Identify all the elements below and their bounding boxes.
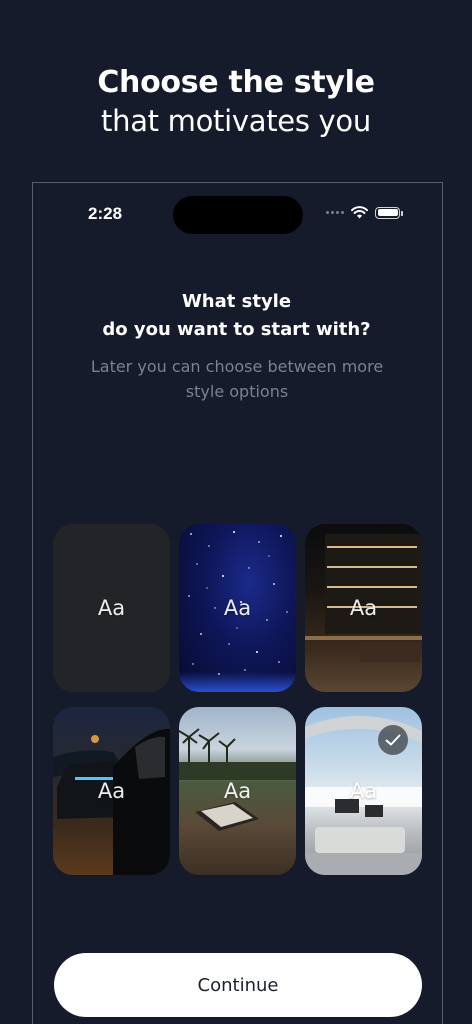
style-sample-text: Aa — [97, 779, 126, 803]
battery-icon — [375, 206, 403, 219]
subtitle-line-2: style options — [185, 382, 289, 401]
style-sample-text: Aa — [349, 779, 378, 803]
status-time: 2:28 — [88, 204, 123, 223]
check-icon — [385, 734, 401, 746]
continue-button[interactable]: Continue — [54, 953, 422, 1017]
signal-icon — [326, 211, 344, 214]
style-option-boat[interactable]: Aa — [305, 707, 422, 875]
page-subtitle: that motivates you — [101, 104, 371, 138]
style-option-dark[interactable]: Aa — [53, 524, 170, 692]
selected-check-badge — [378, 725, 408, 755]
style-sample-text: Aa — [349, 596, 378, 620]
question-title: What style do you want to start with? — [32, 288, 441, 344]
wifi-icon — [351, 206, 368, 219]
status-icons — [326, 206, 403, 219]
header: Choose the style that motivates you — [0, 64, 472, 140]
style-sample-text: Aa — [223, 596, 252, 620]
question-subtitle: Later you can choose between more style … — [62, 354, 412, 404]
style-sample-text: Aa — [223, 779, 252, 803]
question-line-2: do you want to start with? — [102, 319, 371, 340]
question-line-1: What style — [181, 291, 292, 312]
style-sample-text: Aa — [97, 596, 126, 620]
dynamic-island — [173, 196, 303, 234]
style-option-car-night[interactable]: Aa — [53, 707, 170, 875]
style-option-terrace[interactable]: Aa — [179, 707, 296, 875]
style-option-hotel-night[interactable]: Aa — [305, 524, 422, 692]
style-option-starry-night[interactable]: Aa — [179, 524, 296, 692]
horizon-glow — [179, 672, 296, 692]
style-grid: Aa Aa Aa Aa Aa Aa — [53, 524, 423, 875]
subtitle-line-1: Later you can choose between more — [90, 357, 384, 376]
page-title: Choose the style — [97, 65, 375, 100]
onboarding-screen: Choose the style that motivates you 2:28… — [0, 0, 472, 1024]
